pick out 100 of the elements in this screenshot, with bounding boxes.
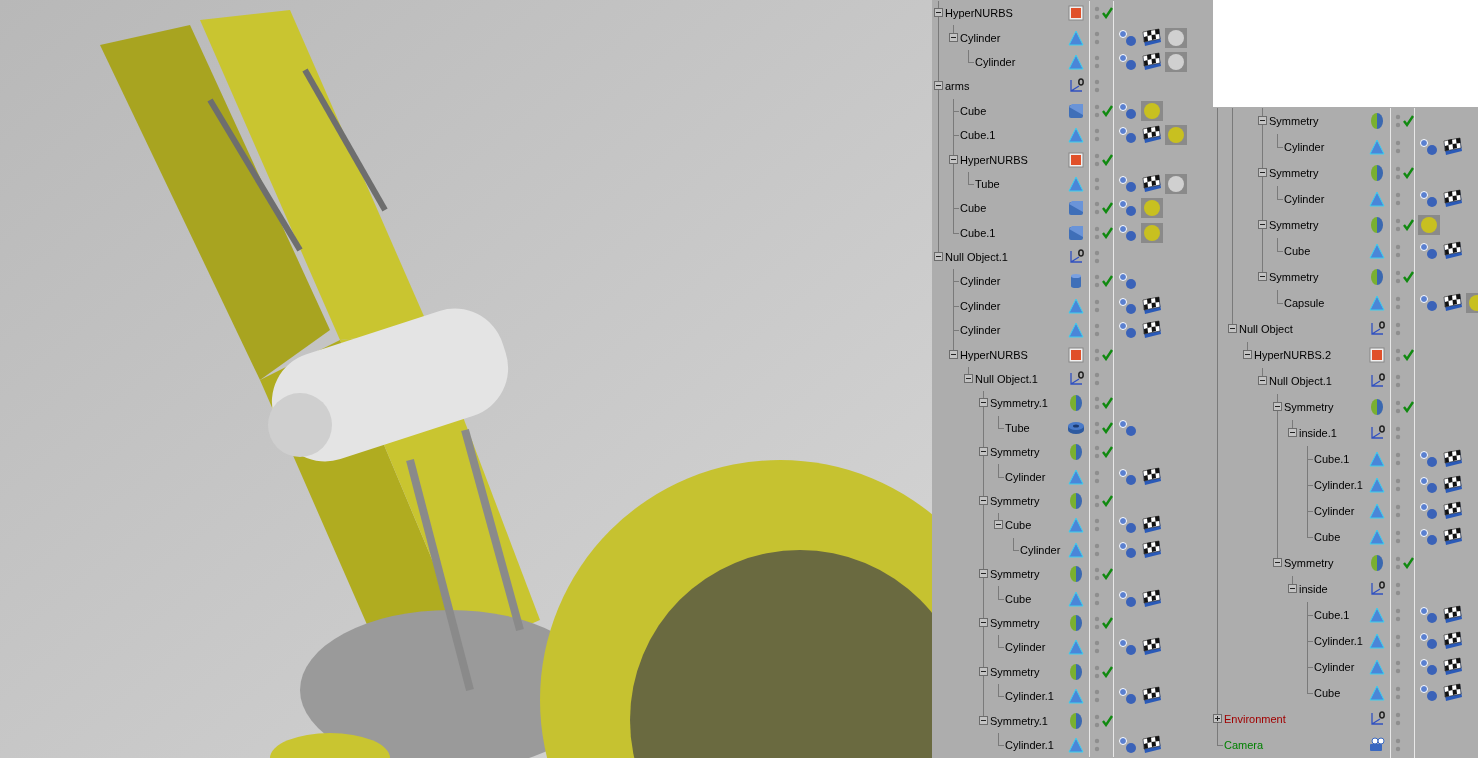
checkmark-icon[interactable] — [1102, 495, 1113, 507]
visibility-dots-icon[interactable] — [1395, 607, 1401, 623]
expand-toggle[interactable] — [979, 715, 988, 725]
object-name[interactable]: Cube — [1314, 531, 1341, 543]
visibility-dots-icon[interactable] — [1395, 555, 1401, 571]
cube-icon[interactable] — [1066, 223, 1085, 242]
spheres-icon[interactable] — [1117, 637, 1139, 658]
object-name[interactable]: Cube — [1005, 519, 1032, 532]
triangle-icon[interactable] — [1066, 52, 1085, 71]
spheres-icon[interactable] — [1418, 137, 1440, 157]
visibility-dots-icon[interactable] — [1094, 224, 1100, 241]
expand-toggle[interactable] — [964, 374, 973, 384]
spheres-icon[interactable] — [1117, 320, 1139, 341]
triangle-icon[interactable] — [1066, 296, 1085, 315]
triangle-icon[interactable] — [1066, 321, 1085, 340]
object-name[interactable]: Cylinder — [1005, 641, 1046, 654]
object-name[interactable]: Cube.1 — [1314, 609, 1350, 621]
object-name[interactable]: Cylinder — [1284, 193, 1325, 205]
spheres-icon[interactable] — [1418, 293, 1440, 313]
spheres-icon[interactable] — [1418, 605, 1440, 625]
checker-flag-icon[interactable] — [1141, 686, 1163, 707]
object-name[interactable]: Symmetry — [1269, 219, 1319, 231]
checker-flag-icon[interactable] — [1141, 173, 1163, 194]
checkmark-icon[interactable] — [1403, 349, 1414, 361]
spheres-icon[interactable] — [1117, 198, 1139, 219]
visibility-dots-icon[interactable] — [1094, 614, 1100, 631]
object-name[interactable]: Symmetry.1 — [990, 714, 1048, 727]
triangle-icon[interactable] — [1367, 476, 1386, 494]
expand-toggle[interactable] — [1213, 714, 1222, 723]
visibility-dots-icon[interactable] — [1094, 200, 1100, 217]
object-name[interactable]: Cube — [960, 104, 987, 117]
visibility-dots-icon[interactable] — [1395, 503, 1401, 519]
triangle-icon[interactable] — [1367, 502, 1386, 520]
visibility-dots-icon[interactable] — [1094, 78, 1100, 95]
checker-flag-icon[interactable] — [1141, 539, 1163, 560]
visibility-dots-icon[interactable] — [1395, 113, 1401, 129]
checkmark-icon[interactable] — [1102, 397, 1113, 410]
spheres-icon[interactable] — [1117, 27, 1139, 48]
spheres-icon[interactable] — [1117, 686, 1139, 707]
expand-toggle[interactable] — [1243, 350, 1252, 359]
object-name[interactable]: Cylinder — [1314, 661, 1355, 673]
triangle-icon[interactable] — [1367, 684, 1386, 702]
spheres-icon[interactable] — [1418, 449, 1440, 469]
expand-toggle[interactable] — [1258, 272, 1267, 281]
expand-toggle[interactable] — [934, 8, 943, 18]
object-name[interactable]: HyperNURBS — [960, 348, 1028, 361]
checkmark-icon[interactable] — [1102, 421, 1113, 434]
checkmark-icon[interactable] — [1102, 446, 1113, 459]
triangle-icon[interactable] — [1367, 294, 1386, 312]
visibility-dots-icon[interactable] — [1395, 633, 1401, 649]
visibility-dots-icon[interactable] — [1395, 139, 1401, 155]
expand-toggle[interactable] — [1258, 116, 1267, 125]
object-name[interactable]: Cylinder.1 — [1314, 635, 1363, 647]
spheres-icon[interactable] — [1418, 475, 1440, 495]
triangle-icon[interactable] — [1367, 632, 1386, 650]
checker-flag-icon[interactable] — [1141, 295, 1163, 316]
cube-icon[interactable] — [1066, 101, 1085, 120]
expand-toggle[interactable] — [949, 154, 958, 164]
object-name[interactable]: Symmetry — [990, 616, 1040, 629]
visibility-dots-icon[interactable] — [1395, 659, 1401, 675]
visibility-dots-icon[interactable] — [1395, 425, 1401, 441]
checker-flag-icon[interactable] — [1141, 51, 1163, 72]
object-name[interactable]: Cube.1 — [960, 129, 996, 142]
object-name[interactable]: Cylinder — [960, 275, 1001, 288]
expand-toggle[interactable] — [1258, 220, 1267, 229]
spheres-icon[interactable] — [1418, 241, 1440, 261]
visibility-dots-icon[interactable] — [1395, 321, 1401, 337]
visibility-dots-icon[interactable] — [1094, 175, 1100, 192]
triangle-icon[interactable] — [1066, 174, 1085, 193]
checkmark-icon[interactable] — [1102, 153, 1113, 166]
object-name[interactable]: Symmetry — [990, 665, 1040, 678]
checkmark-icon[interactable] — [1403, 401, 1414, 413]
spheres-icon[interactable] — [1117, 466, 1139, 487]
triangle-icon[interactable] — [1066, 28, 1085, 47]
object-name[interactable]: Cylinder — [1314, 505, 1355, 517]
visibility-dots-icon[interactable] — [1094, 566, 1100, 583]
checker-flag-icon[interactable] — [1442, 657, 1464, 677]
expand-toggle[interactable] — [979, 398, 988, 408]
spheres-icon[interactable] — [1117, 222, 1139, 243]
triangle-icon[interactable] — [1367, 190, 1386, 208]
checker-flag-icon[interactable] — [1442, 137, 1464, 157]
checker-flag-icon[interactable] — [1141, 320, 1163, 341]
visibility-dots-icon[interactable] — [1395, 269, 1401, 285]
checker-flag-icon[interactable] — [1442, 189, 1464, 209]
spheres-icon[interactable] — [1117, 734, 1139, 755]
checker-flag-icon[interactable] — [1141, 125, 1163, 146]
expand-toggle[interactable] — [1273, 402, 1282, 411]
expand-toggle[interactable] — [1288, 428, 1297, 437]
object-name[interactable]: Cylinder — [960, 31, 1001, 44]
object-name[interactable]: Capsule — [1284, 297, 1325, 309]
visibility-dots-icon[interactable] — [1094, 395, 1100, 412]
checker-flag-icon[interactable] — [1442, 683, 1464, 703]
spheres-icon[interactable] — [1117, 417, 1139, 438]
cube-icon[interactable] — [1066, 199, 1085, 218]
triangle-icon[interactable] — [1367, 242, 1386, 260]
object-name[interactable]: Environment — [1224, 713, 1286, 725]
visibility-dots-icon[interactable] — [1094, 712, 1100, 729]
object-name[interactable]: Cylinder — [960, 299, 1001, 312]
visibility-dots-icon[interactable] — [1094, 419, 1100, 436]
triangle-icon[interactable] — [1367, 658, 1386, 676]
